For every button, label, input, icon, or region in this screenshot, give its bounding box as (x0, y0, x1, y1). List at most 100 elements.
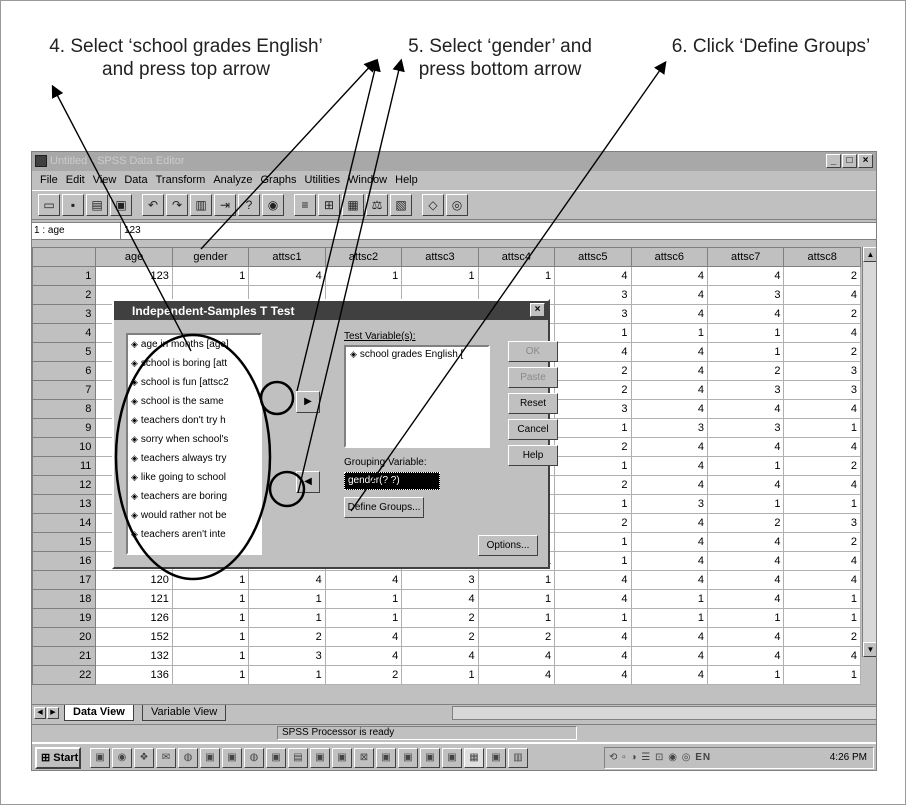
data-cell[interactable]: 136 (95, 665, 173, 685)
data-cell[interactable]: 2 (554, 380, 632, 400)
row-number[interactable]: 19 (32, 608, 97, 628)
column-header[interactable]: attsc5 (554, 247, 632, 267)
row-number[interactable]: 13 (32, 494, 97, 514)
column-header[interactable]: attsc8 (783, 247, 861, 267)
ok-button[interactable]: OK (508, 341, 558, 362)
row-number[interactable]: 5 (32, 342, 97, 362)
data-cell[interactable]: 1 (324, 266, 403, 286)
data-cell[interactable]: 1 (554, 608, 632, 628)
taskbar-app-icon[interactable]: ▣ (420, 748, 440, 768)
menu-analyze[interactable]: Analyze (209, 172, 256, 189)
tab-scroll-left-icon[interactable]: ◀ (34, 707, 46, 719)
data-cell[interactable]: 4 (630, 361, 709, 381)
tab-variable-view[interactable]: Variable View (142, 705, 227, 721)
row-number[interactable]: 14 (32, 513, 97, 533)
row-number[interactable]: 21 (32, 646, 97, 666)
tab-data-view[interactable]: Data View (64, 705, 134, 721)
variable-item[interactable]: ◈ school is boring [att (128, 354, 260, 373)
weight-cases-icon[interactable]: ⚖ (366, 194, 388, 216)
data-cell[interactable]: 4 (783, 285, 861, 305)
data-cell[interactable]: 4 (554, 627, 632, 647)
menu-utilities[interactable]: Utilities (301, 172, 344, 189)
data-cell[interactable]: 1 (554, 418, 632, 438)
find-icon[interactable]: ◉ (262, 194, 284, 216)
data-cell[interactable]: 120 (95, 570, 173, 590)
column-header[interactable]: age (95, 247, 173, 267)
insert-case-icon[interactable]: ≡ (294, 194, 316, 216)
data-cell[interactable]: 4 (706, 532, 785, 552)
data-cell[interactable]: 2 (783, 304, 861, 324)
data-cell[interactable]: 3 (783, 380, 861, 400)
cancel-button[interactable]: Cancel (508, 419, 558, 440)
open-file-icon[interactable]: ▭ (38, 194, 60, 216)
redo-icon[interactable]: ↷ (166, 194, 188, 216)
data-cell[interactable]: 4 (630, 570, 709, 590)
data-cell[interactable]: 1 (706, 456, 785, 476)
maximize-button[interactable]: □ (842, 154, 857, 168)
data-cell[interactable]: 1 (706, 608, 785, 628)
variable-item[interactable]: ◈ teachers aren't inte (128, 525, 260, 544)
data-cell[interactable]: 1 (324, 608, 403, 628)
data-cell[interactable]: 121 (95, 589, 173, 609)
data-cell[interactable]: 1 (477, 570, 556, 590)
scroll-up-arrow-icon[interactable]: ▲ (863, 247, 876, 262)
scroll-down-arrow-icon[interactable]: ▼ (863, 642, 876, 657)
data-cell[interactable]: 1 (630, 323, 709, 343)
data-cell[interactable]: 4 (630, 437, 709, 457)
variable-item[interactable]: ◈ school is the same (128, 392, 260, 411)
tab-scroll-right-icon[interactable]: ▶ (47, 707, 59, 719)
column-header[interactable]: attsc7 (706, 247, 785, 267)
menu-help[interactable]: Help (391, 172, 422, 189)
data-cell[interactable]: 1 (554, 323, 632, 343)
data-cell[interactable]: 4 (706, 570, 785, 590)
data-cell[interactable]: 1 (783, 608, 861, 628)
test-variable-item[interactable]: school grades English [ (360, 349, 463, 360)
data-cell[interactable]: 2 (554, 513, 632, 533)
data-cell[interactable]: 3 (706, 418, 785, 438)
data-cell[interactable]: 4 (630, 380, 709, 400)
data-cell[interactable]: 4 (783, 399, 861, 419)
row-number[interactable]: 1 (32, 266, 97, 286)
data-cell[interactable]: 1 (171, 589, 250, 609)
data-cell[interactable]: 4 (630, 532, 709, 552)
data-cell[interactable]: 1 (171, 646, 250, 666)
data-cell[interactable]: 4 (783, 570, 861, 590)
data-cell[interactable]: 4 (783, 551, 861, 571)
taskbar-app-icon[interactable]: ◍ (244, 748, 264, 768)
data-cell[interactable]: 4 (554, 665, 632, 685)
row-number[interactable]: 7 (32, 380, 97, 400)
data-cell[interactable]: 1 (554, 551, 632, 571)
data-cell[interactable]: 4 (248, 570, 326, 590)
taskbar-app-icon[interactable]: ▣ (442, 748, 462, 768)
data-cell[interactable]: 2 (554, 475, 632, 495)
dialog-recall-icon[interactable]: ▣ (110, 194, 132, 216)
data-cell[interactable]: 4 (630, 551, 709, 571)
row-number[interactable]: 10 (32, 437, 97, 457)
source-variable-list[interactable]: ◈ age in months [age] ◈ school is boring [… (126, 333, 262, 555)
variables-icon[interactable]: ? (238, 194, 260, 216)
column-header[interactable]: gender (171, 247, 250, 267)
goto-chart-icon[interactable]: ▥ (190, 194, 212, 216)
save-icon[interactable]: ▪ (62, 194, 84, 216)
close-button[interactable]: × (858, 154, 873, 168)
data-cell[interactable]: 126 (95, 608, 173, 628)
data-cell[interactable]: 3 (783, 513, 861, 533)
variable-item[interactable]: ◈ teachers don't try h (128, 411, 260, 430)
options-button[interactable]: Options... (478, 535, 538, 556)
data-cell[interactable]: 4 (630, 399, 709, 419)
minimize-button[interactable]: _ (826, 154, 841, 168)
data-cell[interactable]: 4 (554, 570, 632, 590)
data-cell[interactable]: 1 (401, 266, 479, 286)
variable-item[interactable]: ◈ would rather not be (128, 506, 260, 525)
data-cell[interactable]: 4 (706, 304, 785, 324)
taskbar-app-icon[interactable]: ▣ (310, 748, 330, 768)
data-cell[interactable]: 123 (95, 266, 173, 286)
data-cell[interactable]: 3 (248, 646, 326, 666)
data-cell[interactable]: 4 (630, 342, 709, 362)
data-cell[interactable]: 2 (706, 361, 785, 381)
data-cell[interactable]: 3 (630, 418, 709, 438)
reset-button[interactable]: Reset (508, 393, 558, 414)
menu-graphs[interactable]: Graphs (256, 172, 300, 189)
use-sets-icon[interactable]: ◎ (446, 194, 468, 216)
data-cell[interactable]: 4 (706, 399, 785, 419)
